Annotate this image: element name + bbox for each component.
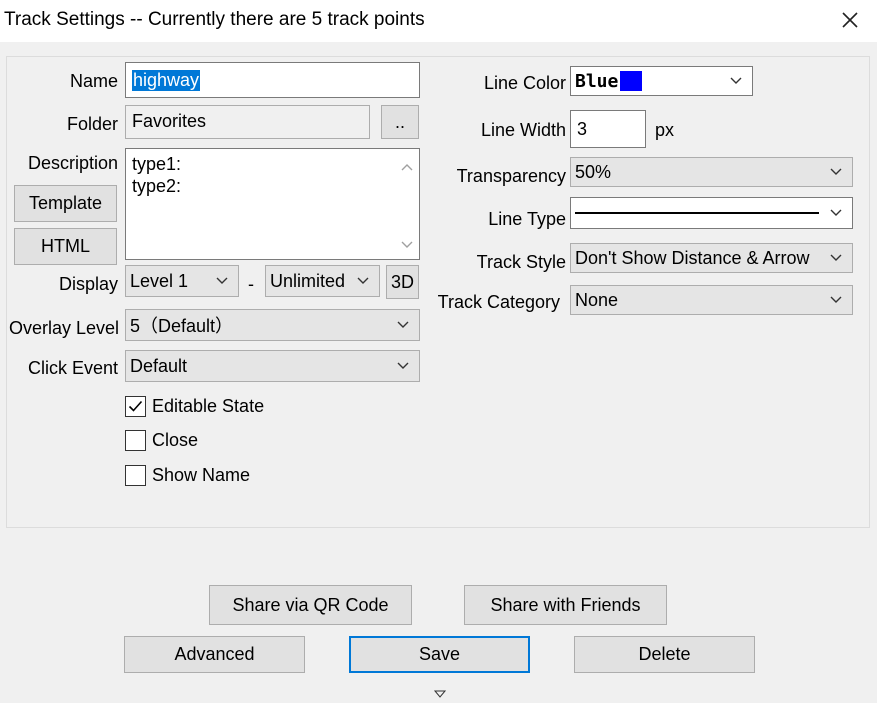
editable-state-checkbox[interactable]: [125, 396, 146, 417]
track-style-value: Don't Show Distance & Arrow: [575, 247, 810, 268]
close-icon[interactable]: [836, 6, 864, 34]
overlay-level-value: 5（Default）: [130, 316, 234, 336]
line-type-label: Line Type: [488, 209, 566, 229]
track-category-value: None: [575, 289, 619, 310]
line-color-label: Line Color: [483, 73, 566, 93]
line-width-label: Line Width: [480, 120, 566, 140]
description-line-2: type2:: [132, 176, 182, 196]
track-category-select[interactable]: None: [570, 285, 853, 315]
share-friends-button[interactable]: Share with Friends: [464, 585, 667, 625]
folder-label: Folder: [66, 114, 118, 134]
track-category-label: Track Category: [437, 292, 560, 312]
advanced-button[interactable]: Advanced: [124, 636, 305, 673]
scroll-up-icon: [401, 164, 413, 171]
overlay-level-select[interactable]: 5（Default）: [125, 309, 420, 341]
checkmark-icon: [128, 400, 143, 412]
click-event-label: Click Event: [27, 358, 118, 378]
show-name-checkbox[interactable]: [125, 465, 146, 486]
display-3d-button[interactable]: 3D: [386, 265, 419, 299]
transparency-label: Transparency: [456, 166, 566, 186]
close-label: Close: [152, 430, 199, 450]
line-color-value: Blue: [575, 70, 619, 92]
click-event-value: Default: [130, 355, 188, 376]
name-value: highway: [132, 69, 201, 91]
editable-state-checkbox-row[interactable]: Editable State: [125, 396, 264, 417]
chevron-down-icon: [830, 254, 842, 261]
track-style-select[interactable]: Don't Show Distance & Arrow: [570, 243, 853, 273]
display-min-select[interactable]: Level 1: [125, 265, 239, 297]
name-label: Name: [69, 71, 118, 91]
resize-grip-icon: [433, 682, 447, 698]
show-name-checkbox-row[interactable]: Show Name: [125, 465, 250, 486]
share-qr-button[interactable]: Share via QR Code: [209, 585, 412, 625]
delete-button[interactable]: Delete: [574, 636, 755, 673]
html-button[interactable]: HTML: [14, 228, 117, 265]
description-scrollbar[interactable]: [395, 153, 419, 259]
description-label: Description: [27, 153, 118, 173]
line-color-swatch: [620, 71, 643, 91]
description-line-1: type1:: [132, 154, 182, 174]
chevron-down-icon: [830, 296, 842, 303]
description-textarea[interactable]: type1: type2:: [125, 148, 420, 260]
display-label: Display: [58, 274, 118, 294]
display-separator: -: [248, 274, 254, 294]
folder-browse-button[interactable]: ..: [381, 105, 419, 139]
display-max-value: Unlimited: [270, 270, 346, 291]
save-button[interactable]: Save: [349, 636, 530, 673]
overlay-level-label: Overlay Level: [8, 318, 119, 338]
show-name-label: Show Name: [152, 465, 251, 485]
chevron-down-icon: [730, 77, 742, 84]
chevron-down-icon: [357, 277, 369, 284]
display-min-value: Level 1: [130, 270, 189, 291]
chevron-down-icon: [830, 209, 842, 216]
name-input[interactable]: highway: [125, 62, 420, 98]
chevron-down-icon: [397, 362, 409, 369]
transparency-value: 50%: [575, 161, 612, 182]
line-type-select[interactable]: [570, 197, 853, 229]
template-button[interactable]: Template: [14, 185, 117, 222]
click-event-select[interactable]: Default: [125, 350, 420, 382]
display-max-select[interactable]: Unlimited: [265, 265, 380, 297]
editable-state-label: Editable State: [152, 396, 265, 416]
window-title: Track Settings -- Currently there are 5 …: [4, 9, 425, 30]
close-checkbox-row[interactable]: Close: [125, 430, 198, 451]
track-style-label: Track Style: [476, 252, 566, 272]
line-width-input[interactable]: 3: [570, 110, 646, 148]
close-checkbox[interactable]: [125, 430, 146, 451]
line-type-preview: [575, 212, 819, 214]
transparency-select[interactable]: 50%: [570, 157, 853, 187]
line-width-unit: px: [655, 120, 675, 140]
scroll-down-icon: [401, 241, 413, 248]
line-color-select[interactable]: Blue: [570, 66, 753, 96]
folder-field: Favorites: [125, 105, 370, 139]
chevron-down-icon: [830, 168, 842, 175]
chevron-down-icon: [216, 277, 228, 284]
chevron-down-icon: [397, 321, 409, 328]
